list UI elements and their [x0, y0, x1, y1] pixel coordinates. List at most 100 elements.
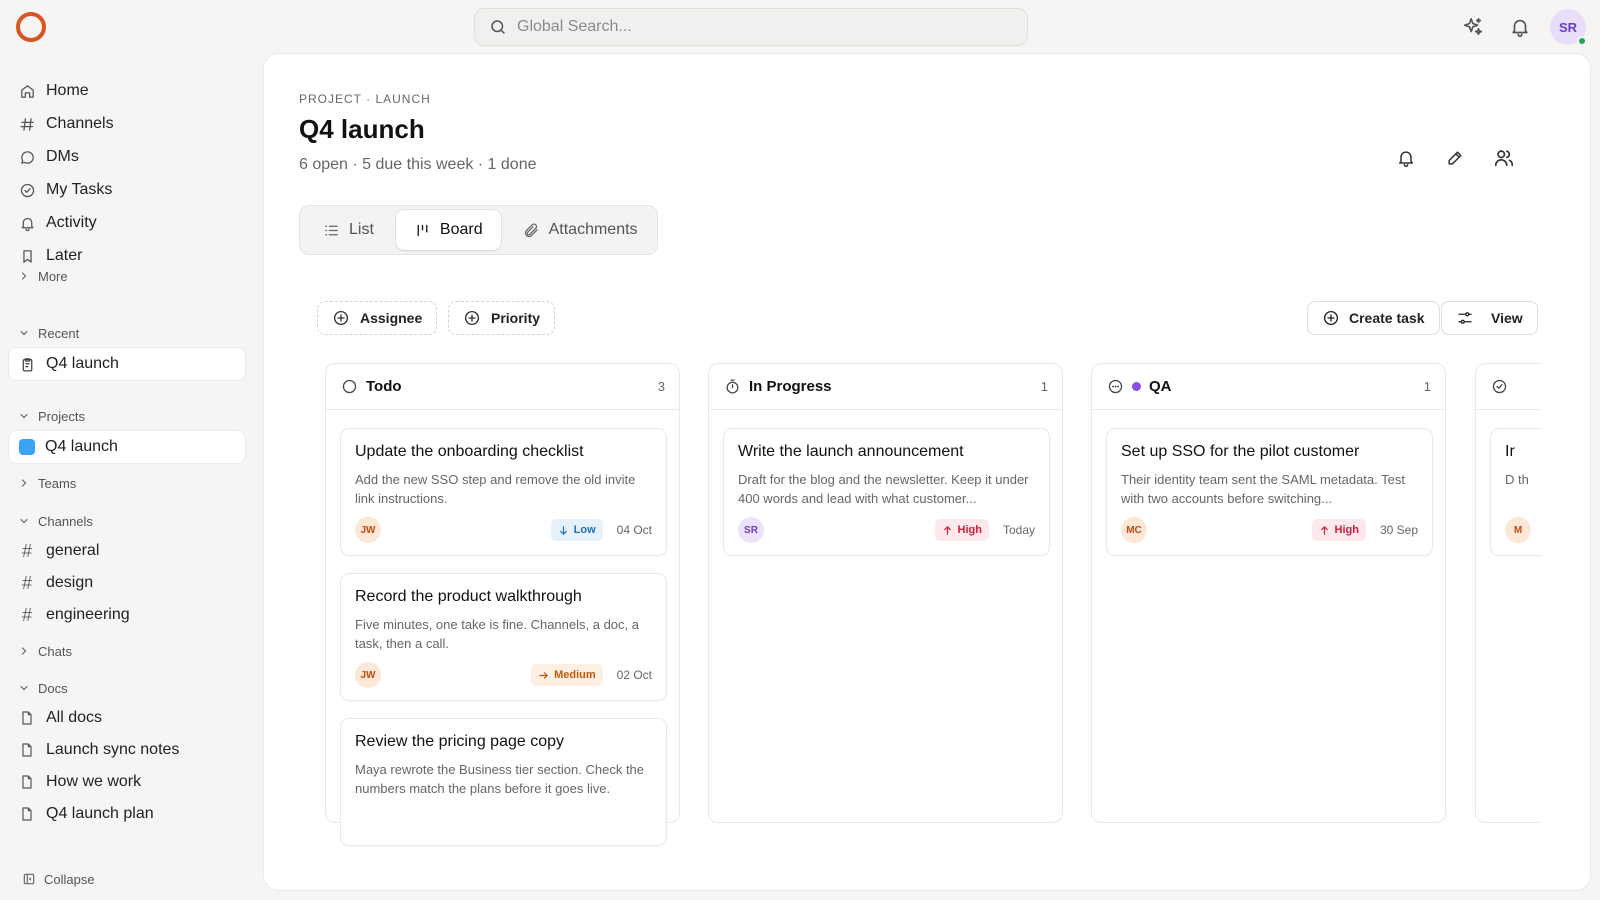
task-card[interactable]: Write the launch announcement Draft for … [723, 428, 1050, 556]
chevron-down-icon [18, 515, 30, 527]
priority-badge: Low [550, 519, 603, 541]
sidebar-item-recent-q4-launch[interactable]: Q4 launch [9, 348, 245, 380]
chevron-right-icon [18, 270, 30, 282]
sparkle-icon[interactable] [1460, 14, 1486, 40]
sidebar-item-label: Q4 launch [45, 438, 118, 455]
sidebar-item-label: Later [46, 247, 83, 264]
tab-board[interactable]: Board [395, 210, 501, 250]
edit-pencil-icon[interactable] [1443, 146, 1467, 170]
sidebar-section-docs[interactable]: Docs [18, 677, 68, 699]
column-done: Ir D th M [1475, 363, 1541, 823]
global-search[interactable] [474, 8, 1028, 46]
priority-label: Low [573, 524, 596, 536]
column-todo: Todo 3 Update the onboarding checklist A… [325, 363, 680, 846]
tab-label: Attachments [548, 221, 638, 238]
due-date: Today [1002, 523, 1035, 537]
task-card[interactable]: Update the onboarding checklist Add the … [340, 428, 667, 556]
sidebar-channel-engineering[interactable]: # engineering [18, 600, 243, 630]
section-label: Channels [38, 513, 93, 529]
chevron-down-icon [18, 682, 30, 694]
card-title: Record the product walkthrough [355, 588, 582, 605]
paperclip-icon [523, 222, 540, 239]
sidebar-doc-all-docs[interactable]: All docs [18, 703, 243, 733]
section-label: Collapse [44, 871, 95, 887]
search-icon [489, 18, 507, 36]
app-logo[interactable] [16, 12, 46, 42]
document-icon [18, 741, 36, 759]
board-icon [414, 222, 431, 239]
search-input[interactable] [517, 18, 997, 36]
section-label: Chats [38, 643, 72, 659]
sidebar-item-home[interactable]: Home [18, 76, 243, 106]
sidebar-item-dms[interactable]: DMs [18, 142, 243, 172]
hash-icon: # [21, 604, 32, 625]
sidebar-doc-q4-launch-plan[interactable]: Q4 launch plan [18, 799, 243, 829]
sidebar-section-channels[interactable]: Channels [18, 510, 93, 532]
arrow-down-icon [558, 525, 569, 536]
plus-circle-icon [332, 309, 350, 327]
priority-badge: High [1311, 519, 1366, 541]
sliders-icon [1456, 309, 1474, 327]
sidebar-doc-launch-sync-notes[interactable]: Launch sync notes [18, 735, 243, 765]
sidebar-item-label: My Tasks [46, 181, 113, 198]
sidebar-more-toggle[interactable]: More [18, 265, 68, 287]
clipboard-icon [19, 356, 36, 373]
members-icon[interactable] [1492, 146, 1516, 170]
sidebar-section-chats[interactable]: Chats [18, 640, 72, 662]
view-options-button[interactable]: View [1441, 301, 1538, 335]
sidebar-item-label: Channels [46, 115, 114, 132]
circle-status-icon [340, 378, 358, 396]
assignee-avatar[interactable]: SR [738, 517, 764, 543]
card-title: Ir [1505, 443, 1515, 460]
chevron-down-icon [18, 327, 30, 339]
sidebar-section-projects[interactable]: Projects [18, 405, 85, 427]
sidebar-channel-design[interactable]: # design [18, 568, 243, 598]
qa-status-dot [1132, 382, 1141, 391]
column-header: QA 1 [1092, 364, 1445, 410]
task-card[interactable]: Ir D th M [1490, 428, 1541, 556]
online-status-dot [1577, 36, 1587, 46]
sidebar-section-teams[interactable]: Teams [18, 472, 76, 494]
column-count: 3 [657, 379, 665, 394]
priority-label: Medium [554, 669, 596, 681]
sidebar-channel-general[interactable]: # general [18, 536, 243, 566]
sidebar-collapse-button[interactable]: Collapse [22, 868, 95, 890]
task-card[interactable]: Set up SSO for the pilot customer Their … [1106, 428, 1433, 556]
sidebar-item-project-q4-launch[interactable]: Q4 launch [9, 431, 245, 463]
assignee-avatar[interactable]: M [1505, 517, 1531, 543]
due-date: 04 Oct [616, 523, 652, 537]
sidebar-item-label: engineering [46, 606, 130, 623]
assignee-filter-button[interactable]: Assignee [317, 301, 438, 335]
tab-list[interactable]: List [305, 210, 392, 250]
chevron-right-icon [18, 477, 30, 489]
sidebar-item-label: Launch sync notes [46, 741, 180, 758]
page-subtitle: 6 open · 5 due this week · 1 done [299, 156, 537, 173]
card-title: Update the onboarding checklist [355, 443, 584, 460]
chevron-right-icon [18, 645, 30, 657]
check-circle-icon [18, 181, 36, 199]
sidebar-doc-how-we-work[interactable]: How we work [18, 767, 243, 797]
task-card[interactable]: Review the pricing page copy Maya rewrot… [340, 718, 667, 846]
sidebar-item-channels[interactable]: Channels [18, 109, 243, 139]
user-avatar[interactable]: SR [1550, 9, 1587, 46]
notifications-bell-icon[interactable] [1507, 14, 1533, 40]
list-icon [323, 222, 340, 239]
assignee-avatar[interactable]: JW [355, 662, 381, 688]
sidebar-item-my-tasks[interactable]: My Tasks [18, 175, 243, 205]
priority-label: High [1334, 524, 1359, 536]
sidebar-item-activity[interactable]: Activity [18, 208, 243, 238]
assignee-avatar[interactable]: JW [355, 517, 381, 543]
card-description: Add the new SSO step and remove the old … [355, 472, 636, 506]
kanban-board: Todo 3 Update the onboarding checklist A… [325, 363, 1541, 875]
plus-circle-icon [1322, 309, 1340, 327]
create-task-button[interactable]: Create task [1307, 301, 1440, 335]
project-notifications-bell-icon[interactable] [1394, 146, 1418, 170]
priority-filter-button[interactable]: Priority [448, 301, 556, 335]
tab-attachments[interactable]: Attachments [505, 210, 656, 250]
plus-circle-icon [463, 309, 481, 327]
sidebar-section-recent[interactable]: Recent [18, 322, 79, 344]
assignee-avatar[interactable]: MC [1121, 517, 1147, 543]
arrow-up-icon [942, 525, 953, 536]
task-card[interactable]: Record the product walkthrough Five minu… [340, 573, 667, 701]
tab-label: Board [439, 221, 483, 238]
